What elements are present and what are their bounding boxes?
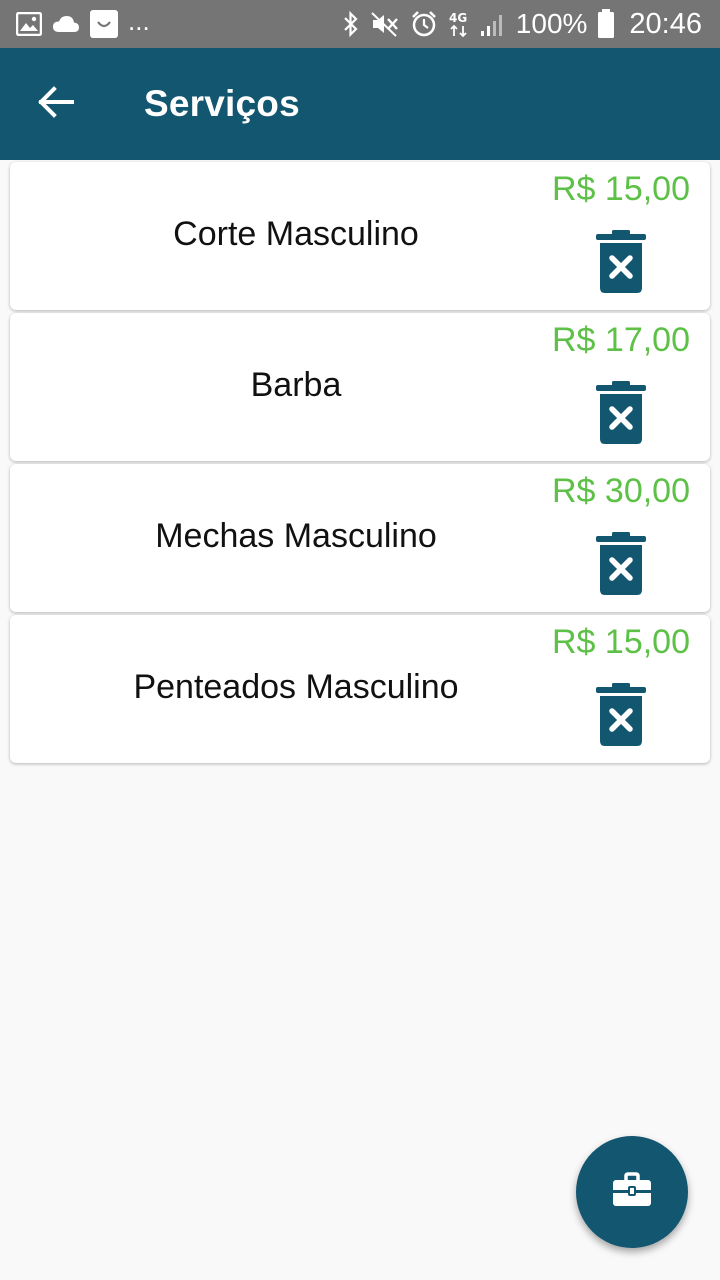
smile-icon (90, 10, 118, 38)
delete-service-button[interactable] (596, 230, 646, 294)
add-service-fab[interactable] (576, 1136, 688, 1248)
status-bar-left: ... (16, 6, 150, 38)
battery-icon (597, 9, 615, 39)
status-bar: ... 4G 100% 20:46 (0, 0, 720, 48)
bluetooth-icon (342, 10, 360, 38)
service-card[interactable]: Barba R$ 17,00 (10, 313, 710, 461)
alarm-icon (410, 10, 438, 38)
service-name: Penteados Masculino (133, 668, 459, 706)
service-price: R$ 15,00 (552, 623, 690, 661)
service-name: Mechas Masculino (155, 517, 437, 555)
image-icon (16, 12, 42, 36)
delete-service-button[interactable] (596, 381, 646, 445)
arrow-left-icon (38, 85, 74, 123)
service-list: Corte Masculino R$ 15,00 Barba R$ 17,00 Mech… (10, 162, 710, 766)
status-overflow: ... (128, 6, 150, 36)
service-card[interactable]: Corte Masculino R$ 15,00 (10, 162, 710, 310)
service-card[interactable]: Penteados Masculino R$ 15,00 (10, 615, 710, 763)
service-name: Barba (250, 366, 342, 404)
service-price: R$ 15,00 (552, 170, 690, 208)
trash-x-icon (596, 683, 646, 751)
battery-percent: 100% (515, 8, 588, 39)
app-bar: Serviços (0, 48, 720, 160)
trash-x-icon (596, 230, 646, 298)
service-name: Corte Masculino (173, 215, 419, 253)
trash-x-icon (596, 381, 646, 449)
cloud-icon (52, 14, 80, 34)
4g-signal-icon: 4G (448, 10, 470, 38)
service-card[interactable]: Mechas Masculino R$ 30,00 (10, 464, 710, 612)
delete-service-button[interactable] (596, 532, 646, 596)
svg-text:4G: 4G (449, 11, 467, 25)
briefcase-icon (612, 1171, 652, 1213)
service-price: R$ 30,00 (552, 472, 690, 510)
clock: 20:46 (629, 7, 702, 40)
signal-bars-icon (480, 11, 506, 37)
service-price: R$ 17,00 (552, 321, 690, 359)
mute-icon (370, 10, 400, 38)
page-title: Serviços (144, 83, 300, 124)
trash-x-icon (596, 532, 646, 600)
back-button[interactable] (26, 74, 86, 134)
delete-service-button[interactable] (596, 683, 646, 747)
status-bar-right: 4G 100% 20:46 (342, 8, 702, 41)
